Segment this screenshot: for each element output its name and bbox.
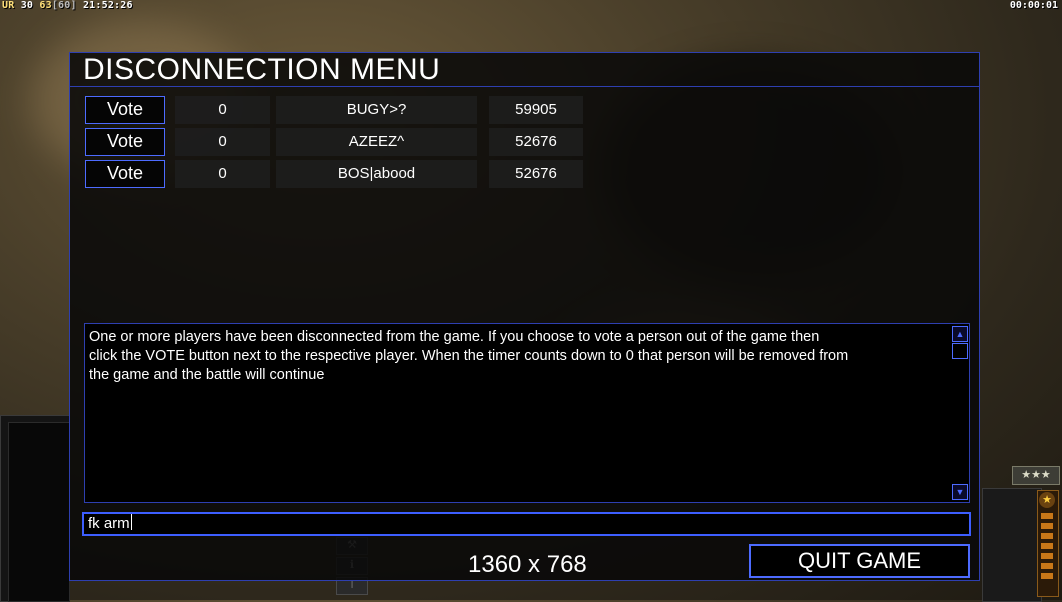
resolution-label: 1360 x 768 [468, 551, 587, 578]
power-segment [1041, 543, 1053, 549]
player-timer: 52676 [489, 160, 583, 188]
game-timer: 00:00:01 [1009, 0, 1058, 11]
hud-stats: UR 30 63[60] 21:52:26 [2, 0, 133, 11]
vote-button[interactable]: Vote [85, 96, 165, 124]
title-divider [70, 86, 979, 87]
player-name: AZEEZ^ [276, 128, 477, 156]
vote-count: 0 [175, 96, 270, 124]
player-name: BOS|abood [276, 160, 477, 188]
disconnect-message: One or more players have been disconnect… [89, 329, 849, 383]
quit-game-button[interactable]: QUIT GAME [749, 544, 970, 578]
scroll-up-icon[interactable]: ▲ [952, 326, 968, 342]
ur-value: 30 [20, 0, 34, 11]
ur-label: UR [2, 0, 15, 11]
fps-cap: [60] [51, 0, 77, 11]
vote-count: 0 [175, 128, 270, 156]
clock: 21:52:26 [82, 0, 133, 11]
player-timer: 52676 [489, 128, 583, 156]
scrollbar[interactable]: ▲ ▼ [951, 324, 969, 502]
radar-minimap [8, 422, 70, 602]
scroll-thumb[interactable] [952, 343, 968, 359]
power-segment [1041, 563, 1053, 569]
rank-stars-icon: ★★★ [1012, 466, 1060, 485]
power-segment [1041, 533, 1053, 539]
vote-button[interactable]: Vote [85, 160, 165, 188]
general-star-icon: ★ [1039, 492, 1055, 508]
disconnection-dialog: DISCONNECTION MENU Vote 0 BUGY>? 59905 V… [69, 52, 980, 581]
dialog-title: DISCONNECTION MENU [83, 53, 441, 86]
scroll-down-icon[interactable]: ▼ [952, 484, 968, 500]
chat-input-value: fk arm [88, 515, 130, 532]
chat-input[interactable]: fk arm [82, 512, 971, 536]
player-timer: 59905 [489, 96, 583, 124]
command-panel [982, 488, 1042, 602]
player-name: BUGY>? [276, 96, 477, 124]
vote-button[interactable]: Vote [85, 128, 165, 156]
message-log[interactable]: One or more players have been disconnect… [84, 323, 970, 503]
power-segment [1041, 523, 1053, 529]
fps-value: 63 [39, 0, 52, 11]
text-caret [130, 514, 132, 530]
power-segment [1041, 573, 1053, 579]
power-segment [1041, 553, 1053, 559]
power-segment [1041, 513, 1053, 519]
vote-count: 0 [175, 160, 270, 188]
